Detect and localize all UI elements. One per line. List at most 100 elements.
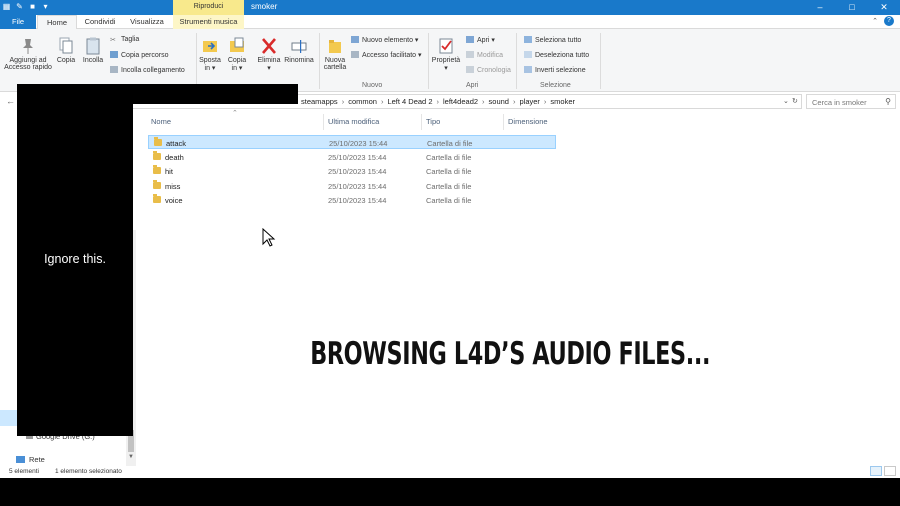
status-item-count: 5 elementi (9, 468, 39, 475)
search-input[interactable]: Cerca in smoker ⚲ (806, 94, 896, 109)
group-label-open: Apri (466, 82, 479, 89)
select-all-button[interactable]: Seleziona tutto (524, 36, 581, 44)
new-folder-button[interactable]: Nuova cartella (320, 37, 350, 71)
table-row[interactable]: hit 25/10/2023 15:44 Cartella di file (148, 164, 556, 178)
open-button[interactable]: Apri ▾ (466, 36, 495, 44)
ignore-note: Ignore this. (44, 252, 106, 266)
title-bar: ▦ ✎ ■ ▾ Riproduci smoker – □ ✕ (0, 0, 900, 15)
crumb-player[interactable]: player (519, 97, 539, 106)
scroll-down-icon[interactable]: ▼ (126, 454, 136, 460)
crumb-sound[interactable]: sound (489, 97, 509, 106)
explorer-icon: ▦ (2, 2, 11, 11)
new-folder-qat-icon[interactable]: ■ (28, 2, 37, 12)
copy-to-button[interactable]: Copia in ▾ (225, 37, 249, 72)
refresh-icon[interactable]: ↻ (792, 97, 798, 105)
copy-path-icon (110, 51, 118, 58)
new-folder-icon (329, 40, 341, 53)
delete-x-icon (262, 38, 276, 54)
ribbon-tabs: File Home Condividi Visualizza Strumenti… (0, 15, 900, 29)
history-button[interactable]: Cronologia (466, 66, 511, 74)
back-arrow-icon[interactable]: ← (6, 96, 15, 106)
select-none-button[interactable]: Deseleziona tutto (524, 51, 589, 59)
table-row[interactable]: attack 25/10/2023 15:44 Cartella di file (148, 135, 556, 149)
clipboard-icon (86, 37, 100, 55)
copy-path-button[interactable]: Copia percorso (110, 51, 168, 59)
status-selection: 1 elemento selezionato (55, 468, 122, 475)
details-view-icon[interactable] (870, 466, 882, 476)
address-dropdown-icon[interactable]: ⌄ (783, 97, 789, 105)
table-row[interactable]: voice 25/10/2023 15:44 Cartella di file (148, 193, 556, 207)
minimize-button[interactable]: – (804, 0, 836, 15)
properties-icon (439, 38, 453, 54)
video-caption: BROWSING L4D’S AUDIO FILES... (310, 336, 711, 372)
table-row[interactable]: death 25/10/2023 15:44 Cartella di file (148, 150, 556, 164)
folder-icon (153, 151, 161, 160)
paste-shortcut-button[interactable]: Incolla collegamento (110, 66, 185, 74)
paste-button[interactable]: Incolla (80, 37, 106, 64)
easy-access-icon (351, 51, 359, 58)
copy-button[interactable]: Copia (54, 37, 78, 64)
crumb-left4dead2-game[interactable]: Left 4 Dead 2 (387, 97, 432, 106)
tab-home[interactable]: Home (37, 15, 77, 29)
breadcrumb: steamapps › common › Left 4 Dead 2 › left4d… (301, 97, 576, 106)
edit-button[interactable]: Modifica (466, 51, 503, 59)
crumb-smoker[interactable]: smoker (550, 97, 575, 106)
column-size[interactable]: Dimensione (508, 117, 548, 126)
delete-button[interactable]: Elimina ▾ (256, 37, 282, 72)
nav-item-network[interactable]: Rete (16, 455, 45, 464)
folder-icon (153, 180, 161, 189)
large-icons-view-icon[interactable] (884, 466, 896, 476)
folder-icon (154, 137, 162, 146)
new-item-button[interactable]: Nuovo elemento ▾ (351, 36, 418, 44)
invert-selection-button[interactable]: Inverti selezione (524, 66, 586, 74)
folder-icon (153, 165, 161, 174)
invert-selection-icon (524, 66, 532, 73)
status-bar: 5 elementi 1 elemento selezionato (0, 466, 900, 478)
edit-icon (466, 51, 474, 58)
folder-icon (153, 194, 161, 203)
copy-icon (59, 37, 73, 54)
search-icon: ⚲ (885, 97, 891, 106)
pin-quick-access-button[interactable]: Aggiungi ad Accesso rapido (4, 37, 52, 71)
rename-icon (291, 40, 307, 53)
select-none-icon (524, 51, 532, 58)
easy-access-button[interactable]: Accesso facilitato ▾ (351, 51, 422, 59)
network-icon (16, 456, 25, 463)
group-label-new: Nuovo (362, 82, 383, 89)
window-title: smoker (251, 2, 278, 11)
ribbon: Aggiungi ad Accesso rapido Copia Incolla… (0, 29, 900, 92)
cut-button[interactable]: ✂ Taglia (110, 36, 139, 44)
tab-view[interactable]: Visualizza (124, 15, 170, 29)
close-button[interactable]: ✕ (868, 0, 900, 15)
tab-music-tools[interactable]: Strumenti musica (173, 15, 244, 29)
crumb-left4dead2[interactable]: left4dead2 (443, 97, 478, 106)
column-headers: Nome Ultima modifica Tipo Dimensione (146, 114, 556, 130)
column-modified[interactable]: Ultima modifica (328, 117, 379, 126)
group-label-select: Selezione (540, 82, 571, 89)
open-icon (466, 36, 474, 43)
tab-share[interactable]: Condividi (78, 15, 122, 29)
crumb-common[interactable]: common (348, 97, 377, 106)
tab-file[interactable]: File (0, 15, 36, 29)
context-tab-header: Riproduci (173, 0, 244, 15)
rename-button[interactable]: Rinomina (283, 37, 315, 64)
crumb-steamapps[interactable]: steamapps (301, 97, 338, 106)
quick-access-toolbar: ▦ ✎ ■ ▾ (2, 2, 50, 12)
scissors-icon: ✂ (110, 37, 116, 44)
help-icon[interactable]: ? (884, 16, 894, 26)
maximize-button[interactable]: □ (836, 0, 868, 15)
table-row[interactable]: miss 25/10/2023 15:44 Cartella di file (148, 179, 556, 193)
explorer-window: ▦ ✎ ■ ▾ Riproduci smoker – □ ✕ File Home… (0, 0, 900, 478)
column-name[interactable]: Nome (151, 117, 171, 126)
new-item-icon (351, 36, 359, 43)
move-to-icon (203, 41, 217, 52)
move-to-button[interactable]: Sposta in ▾ (198, 37, 222, 72)
mouse-cursor-icon (262, 228, 276, 247)
ribbon-collapse-icon[interactable]: ⌃ (872, 17, 878, 25)
properties-qat-icon[interactable]: ✎ (15, 2, 24, 12)
pin-icon (23, 39, 33, 54)
properties-button[interactable]: Proprietà ▾ (430, 37, 462, 72)
column-type[interactable]: Tipo (426, 117, 440, 126)
qat-dropdown-icon[interactable]: ▾ (41, 2, 50, 12)
select-all-icon (524, 36, 532, 43)
